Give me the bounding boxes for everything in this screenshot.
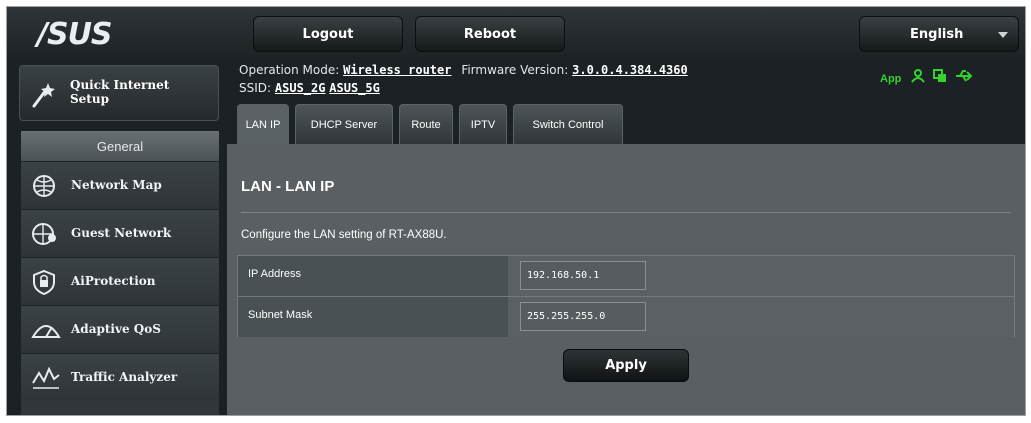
copy-status-icon[interactable] [933, 69, 947, 86]
guest-network-icon [31, 221, 59, 252]
sidebar-item-guest-network[interactable]: Guest Network [21, 209, 219, 257]
router-admin-frame: /SUS Logout Reboot English Quick Interne… [6, 6, 1026, 416]
title-divider [241, 212, 1011, 213]
adaptive-qos-icon [31, 317, 61, 348]
traffic-analyzer-icon [31, 365, 61, 396]
chevron-down-icon [998, 32, 1008, 38]
network-map-icon [31, 173, 59, 204]
subnet-mask-label: Subnet Mask [238, 297, 508, 337]
firmware-link[interactable]: 3.0.0.4.384.4360 [572, 63, 688, 77]
router-info: Operation Mode: Wireless router Firmware… [239, 63, 688, 99]
operation-mode-label: Operation Mode: [239, 63, 340, 77]
ssid-2g-link[interactable]: ASUS_2G [275, 81, 326, 95]
sidebar-item-traffic-analyzer[interactable]: Traffic Analyzer [21, 353, 219, 401]
ip-address-row: IP Address [238, 256, 1014, 296]
language-select[interactable]: English [859, 16, 1019, 52]
quick-internet-setup-label: Quick Internet Setup [70, 78, 170, 106]
subnet-mask-cell [508, 297, 1014, 337]
subnet-mask-input[interactable] [520, 302, 646, 331]
firmware-label: Firmware Version: [461, 63, 569, 77]
lan-settings-table: IP Address Subnet Mask [237, 255, 1015, 337]
subnet-mask-row: Subnet Mask [238, 296, 1014, 337]
ip-address-input[interactable] [520, 261, 646, 290]
sidebar-item-adaptive-qos[interactable]: Adaptive QoS [21, 305, 219, 353]
apply-button[interactable]: Apply [563, 349, 689, 382]
operation-mode-link[interactable]: Wireless router [343, 63, 451, 77]
usb-status-icon[interactable] [955, 69, 973, 86]
ssid-label: SSID: [239, 81, 272, 95]
asus-logo: /SUS [37, 17, 113, 52]
client-status-icon[interactable] [911, 69, 925, 86]
language-value: English [910, 27, 964, 42]
sidebar-item-aiprotection[interactable]: AiProtection [21, 257, 219, 305]
general-section-header: General [21, 131, 219, 161]
wizard-icon [30, 80, 60, 113]
page-description: Configure the LAN setting of RT-AX88U. [241, 229, 447, 241]
top-bar: /SUS Logout Reboot English [7, 7, 1025, 59]
reboot-button[interactable]: Reboot [415, 16, 565, 52]
tab-lan-ip[interactable]: LAN IP [237, 104, 289, 144]
ip-address-label: IP Address [238, 256, 508, 296]
logout-button[interactable]: Logout [253, 16, 403, 52]
sidebar-item-label: Adaptive QoS [71, 322, 161, 336]
ssid-5g-link[interactable]: ASUS_5G [329, 81, 380, 95]
tab-route[interactable]: Route [399, 104, 453, 144]
main-content: LAN - LAN IP Configure the LAN setting o… [227, 144, 1025, 415]
aiprotection-icon [31, 269, 59, 300]
sidebar-item-label: Guest Network [71, 226, 172, 240]
tab-iptv[interactable]: IPTV [459, 104, 507, 144]
sidebar-item-label: Network Map [71, 178, 162, 192]
tab-dhcp-server[interactable]: DHCP Server [295, 104, 393, 144]
sidebar-item-label: AiProtection [71, 274, 156, 288]
page-title: LAN - LAN IP [241, 178, 335, 195]
app-link[interactable]: App [880, 73, 901, 85]
sidebar-menu: General Network Map Guest Network AiProt… [21, 131, 219, 415]
tab-switch-control[interactable]: Switch Control [513, 104, 623, 144]
sidebar-item-network-map[interactable]: Network Map [21, 161, 219, 209]
ip-address-cell [508, 256, 1014, 296]
sidebar-item-label: Traffic Analyzer [71, 370, 178, 384]
quick-internet-setup-button[interactable]: Quick Internet Setup [19, 65, 219, 121]
